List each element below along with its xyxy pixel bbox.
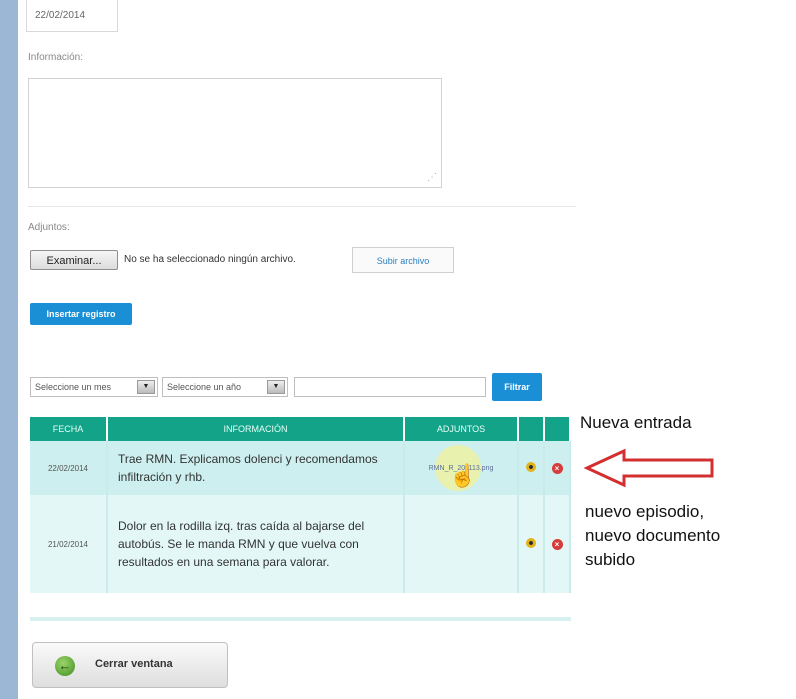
col-header-fecha: FECHA — [30, 417, 108, 441]
filter-button[interactable]: Filtrar — [492, 373, 542, 401]
record-form-page: 22/02/2014 Información: ⋰ Adjuntos: Exam… — [18, 0, 796, 699]
annotation-new-episode: nuevo episodio, nuevo documento subido — [585, 502, 721, 569]
row-delete-cell: × — [544, 441, 571, 495]
date-field[interactable]: 22/02/2014 — [26, 0, 118, 32]
insert-record-button[interactable]: Insertar registro — [30, 303, 132, 325]
no-file-text: No se ha seleccionado ningún archivo. — [124, 254, 296, 265]
col-header-info: INFORMACIÓN — [107, 417, 405, 441]
divider — [28, 206, 576, 207]
month-select[interactable]: Seleccione un mes ▼ — [30, 377, 158, 397]
row-attachment-cell — [404, 495, 519, 593]
delete-icon[interactable]: × — [551, 462, 563, 474]
back-arrow-icon: ← — [55, 656, 75, 676]
resize-grip-icon[interactable]: ⋰ — [427, 172, 437, 183]
row-info: Trae RMN. Explicamos dolenci y recomenda… — [107, 441, 405, 495]
attachments-label: Adjuntos: — [28, 222, 70, 233]
red-arrow-icon — [584, 448, 714, 488]
row-date: 22/02/2014 — [30, 441, 108, 495]
chevron-down-icon[interactable]: ▼ — [267, 380, 285, 394]
col-header-delete — [544, 417, 571, 441]
table-footer-bar — [30, 617, 571, 621]
col-header-view — [518, 417, 545, 441]
row-date: 21/02/2014 — [30, 495, 108, 593]
year-select[interactable]: Seleccione un año ▼ — [162, 377, 288, 397]
chevron-down-icon[interactable]: ▼ — [137, 380, 155, 394]
browse-button[interactable]: Examinar... — [30, 250, 118, 270]
table-row: 21/02/2014 Dolor en la rodilla izq. tras… — [30, 495, 571, 593]
filter-search-input[interactable] — [294, 377, 486, 397]
row-view-cell — [518, 441, 545, 495]
row-delete-cell: × — [544, 495, 571, 593]
table-row: 22/02/2014 Trae RMN. Explicamos dolenci … — [30, 441, 571, 495]
year-select-label: Seleccione un año — [167, 382, 242, 392]
info-textarea[interactable]: ⋰ — [28, 78, 442, 188]
delete-icon[interactable]: × — [551, 538, 563, 550]
annotation-new-entry: Nueva entrada — [580, 413, 692, 432]
row-attachment-cell: RMN_R_201113.png ☝ — [404, 441, 519, 495]
row-view-cell — [518, 495, 545, 593]
view-icon[interactable] — [526, 538, 536, 548]
row-info: Dolor en la rodilla izq. tras caída al b… — [107, 495, 405, 593]
close-window-label: Cerrar ventana — [95, 658, 173, 670]
col-header-adjuntos: ADJUNTOS — [404, 417, 519, 441]
hand-cursor-icon: ☝ — [449, 463, 477, 488]
view-icon[interactable] — [526, 462, 536, 472]
close-window-button[interactable]: ← Cerrar ventana — [32, 642, 228, 688]
info-label: Información: — [28, 52, 84, 63]
records-table: FECHA INFORMACIÓN ADJUNTOS 22/02/2014 Tr… — [30, 417, 571, 593]
upload-button[interactable]: Subir archivo — [352, 247, 454, 273]
month-select-label: Seleccione un mes — [35, 382, 112, 392]
